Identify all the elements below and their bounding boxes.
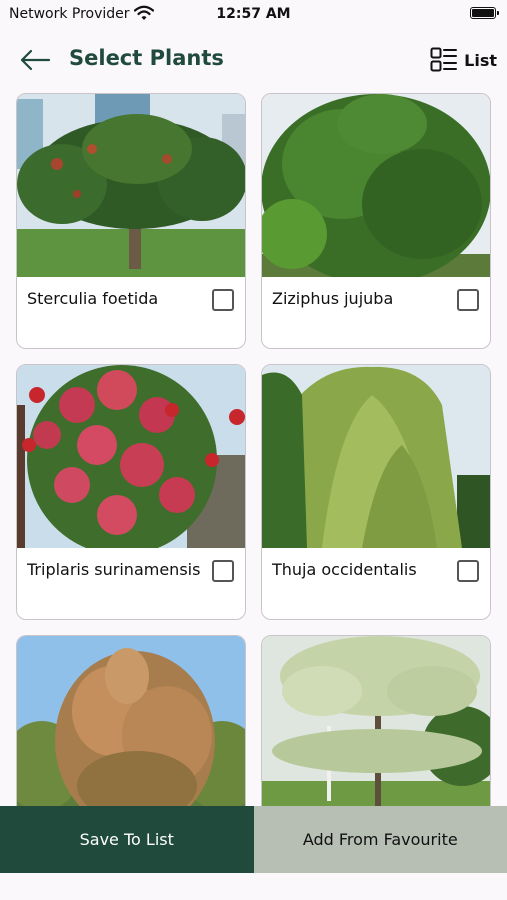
plant-card[interactable]: Triplaris surinamensis [16, 364, 246, 620]
save-to-list-button[interactable]: Save To List [0, 806, 254, 873]
select-checkbox[interactable] [212, 560, 234, 582]
plant-name: Thuja occidentalis [272, 560, 417, 579]
select-checkbox[interactable] [457, 289, 479, 311]
page-title: Select Plants [69, 46, 224, 70]
plant-photo [17, 365, 245, 548]
list-view-icon [430, 47, 458, 72]
list-view-label: List [464, 50, 497, 70]
plant-card[interactable] [16, 635, 246, 807]
plant-card[interactable] [261, 635, 491, 807]
plant-photo [17, 94, 245, 277]
bottom-action-bar: Save To List Add From Favourite [0, 806, 507, 873]
status-time: 12:57 AM [216, 6, 291, 22]
back-arrow-icon[interactable] [18, 46, 52, 74]
list-view-toggle[interactable]: List [430, 45, 497, 75]
plant-name: Sterculia foetida [27, 289, 159, 308]
battery-icon [470, 7, 499, 19]
select-checkbox[interactable] [212, 289, 234, 311]
add-from-favourite-button[interactable]: Add From Favourite [253, 806, 507, 873]
plant-photo [262, 365, 490, 548]
plant-card[interactable]: Ziziphus jujuba [261, 93, 491, 349]
plant-photo [262, 636, 490, 807]
plant-photo [17, 636, 245, 807]
select-checkbox[interactable] [457, 560, 479, 582]
status-bar: Network Provider 12:57 AM [0, 0, 507, 28]
header: Select Plants List [0, 36, 507, 86]
plant-card[interactable]: Thuja occidentalis [261, 364, 491, 620]
plant-photo [262, 94, 490, 277]
plant-name: Triplaris surinamensis [27, 560, 201, 579]
plant-grid: Sterculia foetida Ziziphus jujuba Tripla… [0, 92, 507, 807]
plant-name: Ziziphus jujuba [272, 289, 394, 308]
plant-card[interactable]: Sterculia foetida [16, 93, 246, 349]
